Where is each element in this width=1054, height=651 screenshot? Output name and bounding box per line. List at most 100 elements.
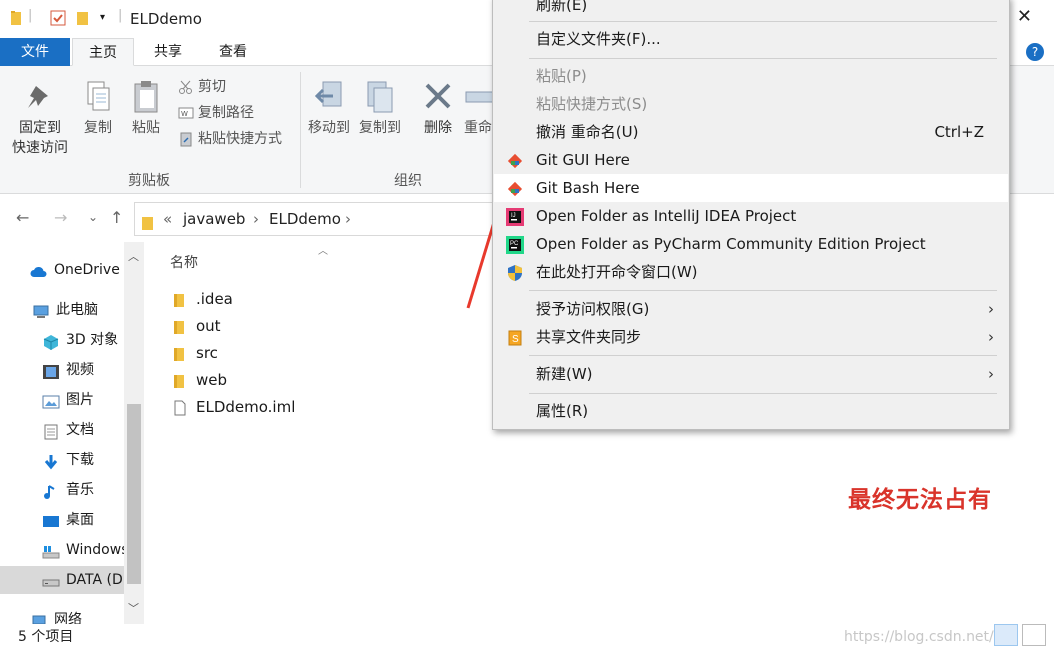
document-icon: [42, 422, 60, 440]
list-item[interactable]: out: [172, 315, 221, 337]
large-icons-view-icon[interactable]: [1022, 624, 1046, 646]
menu-item-properties[interactable]: 属性(R): [494, 397, 1008, 425]
context-menu: 刷新(E) 自定义文件夹(F)... 粘贴(P) 粘贴快捷方式(S) 撤消 重命…: [492, 0, 1010, 430]
annotation-text: 最终无法占有: [848, 487, 992, 513]
nav-pane-scrollbar[interactable]: ︿ ﹀: [124, 242, 144, 624]
rename-icon: [465, 91, 494, 103]
navigation-pane: OneDrive 此电脑 3D 对象 视频 图片 文档 下载 音乐 桌面 Win…: [0, 242, 144, 624]
pin-icon: [28, 86, 48, 108]
scroll-down-icon[interactable]: ﹀: [128, 600, 139, 616]
git-icon: [506, 179, 524, 197]
list-item[interactable]: src: [172, 342, 218, 364]
watermark-text: https://blog.csdn.net/: [844, 629, 994, 645]
rename-button[interactable]: 重命: [462, 80, 494, 138]
folder-icon: [172, 346, 188, 362]
copy-path-button[interactable]: W 复制路径: [178, 102, 254, 124]
list-item[interactable]: web: [172, 369, 227, 391]
list-item[interactable]: .idea: [172, 288, 233, 310]
forward-arrow-icon[interactable]: →: [54, 208, 67, 227]
sync-s-icon: S: [506, 328, 524, 346]
breadcrumb-separator: ›: [253, 210, 259, 228]
scroll-up-icon[interactable]: ︿: [128, 248, 139, 264]
breadcrumb-elddemo[interactable]: ELDdemo: [269, 203, 341, 235]
picture-icon: [42, 392, 60, 409]
git-icon: [506, 151, 524, 169]
paste-button[interactable]: 粘贴: [126, 80, 166, 138]
move-to-button[interactable]: 移动到: [306, 80, 352, 138]
svg-text:S: S: [512, 334, 519, 345]
breadcrumb-overflow[interactable]: «: [163, 203, 172, 235]
properties-check-icon[interactable]: [50, 10, 66, 30]
titlebar-separator: |: [28, 8, 33, 23]
file-icon: [172, 400, 188, 416]
scrollbar-thumb[interactable]: [127, 404, 141, 584]
menu-item-refresh[interactable]: 刷新(E): [494, 0, 1008, 19]
folder-icon: [172, 292, 188, 308]
computer-icon: [32, 302, 50, 318]
titlebar-separator: |: [118, 8, 123, 23]
menu-item-undo-rename[interactable]: 撤消 重命名(U) Ctrl+Z: [494, 118, 1008, 146]
copy-button[interactable]: 复制: [78, 80, 118, 138]
paste-shortcut-button[interactable]: 粘贴快捷方式: [178, 128, 282, 150]
menu-separator: [529, 290, 997, 291]
network-icon: [30, 612, 48, 624]
menu-item-share-sync[interactable]: S 共享文件夹同步 ›: [494, 323, 1008, 351]
column-header-name[interactable]: 名称: [170, 252, 198, 272]
cube-icon: [42, 332, 60, 350]
address-bar[interactable]: « javaweb › ELDdemo ›: [134, 202, 514, 236]
item-count: 5 个项目: [18, 629, 74, 645]
ribbon-separator: [300, 72, 301, 188]
windows-drive-icon: [42, 542, 60, 559]
copy-to-icon: [367, 81, 393, 113]
copy-icon: [87, 81, 110, 111]
tab-home[interactable]: 主页: [72, 38, 134, 66]
video-icon: [42, 362, 60, 379]
menu-item-grant-access[interactable]: 授予访问权限(G) ›: [494, 295, 1008, 323]
tab-file[interactable]: 文件: [0, 38, 70, 66]
desktop-icon: [42, 512, 60, 528]
menu-item-paste[interactable]: 粘贴(P): [494, 62, 1008, 90]
menu-item-customize-folder[interactable]: 自定义文件夹(F)...: [494, 25, 1008, 53]
cut-button[interactable]: 剪切: [178, 76, 226, 98]
sort-chevron-up-icon[interactable]: ︿: [318, 242, 328, 257]
copy-to-button[interactable]: 复制到: [356, 80, 404, 138]
copy-to-label: 复制到: [359, 120, 401, 136]
menu-separator: [529, 58, 997, 59]
back-arrow-icon[interactable]: ←: [16, 208, 29, 227]
menu-item-paste-shortcut[interactable]: 粘贴快捷方式(S): [494, 90, 1008, 118]
svg-text:W: W: [181, 110, 188, 118]
menu-item-git-gui[interactable]: Git GUI Here: [494, 146, 1008, 174]
menu-item-new[interactable]: 新建(W) ›: [494, 360, 1008, 388]
menu-separator: [529, 355, 997, 356]
menu-item-open-cmd[interactable]: 在此处打开命令窗口(W): [494, 258, 1008, 286]
folder-icon: [172, 373, 188, 389]
move-to-icon: [314, 81, 342, 107]
menu-item-open-intellij[interactable]: IJ Open Folder as IntelliJ IDEA Project: [494, 202, 1008, 230]
nav-item-data-drive[interactable]: DATA (D:): [0, 566, 124, 594]
new-folder-icon[interactable]: [76, 10, 90, 30]
up-arrow-icon[interactable]: ↑: [110, 208, 123, 227]
paste-label: 粘贴: [132, 120, 160, 136]
paste-shortcut-icon: [178, 131, 194, 147]
shield-icon: [506, 263, 524, 281]
submenu-chevron-icon: ›: [988, 328, 994, 346]
chevron-down-icon[interactable]: ▾: [100, 12, 105, 23]
menu-separator: [529, 21, 997, 22]
delete-x-icon: [425, 83, 451, 109]
intellij-icon: IJ: [506, 207, 524, 226]
list-item[interactable]: ELDdemo.iml: [172, 396, 295, 418]
pin-quick-access-button[interactable]: 固定到 快速访问: [8, 80, 72, 158]
close-icon[interactable]: ✕: [1017, 6, 1032, 27]
folder-icon: [10, 10, 24, 30]
menu-item-git-bash[interactable]: Git Bash Here: [494, 174, 1008, 202]
help-icon[interactable]: ?: [1026, 43, 1044, 61]
delete-button[interactable]: 删除: [418, 80, 458, 138]
undo-shortcut: Ctrl+Z: [934, 123, 984, 141]
details-view-icon[interactable]: [994, 624, 1018, 646]
menu-item-open-pycharm[interactable]: PC Open Folder as PyCharm Community Edit…: [494, 230, 1008, 258]
breadcrumb-javaweb[interactable]: javaweb: [183, 203, 245, 235]
tab-share[interactable]: 共享: [140, 38, 196, 66]
tab-view[interactable]: 查看: [205, 38, 261, 66]
recent-chevron-icon[interactable]: ⌄: [88, 210, 98, 224]
submenu-chevron-icon: ›: [988, 365, 994, 383]
